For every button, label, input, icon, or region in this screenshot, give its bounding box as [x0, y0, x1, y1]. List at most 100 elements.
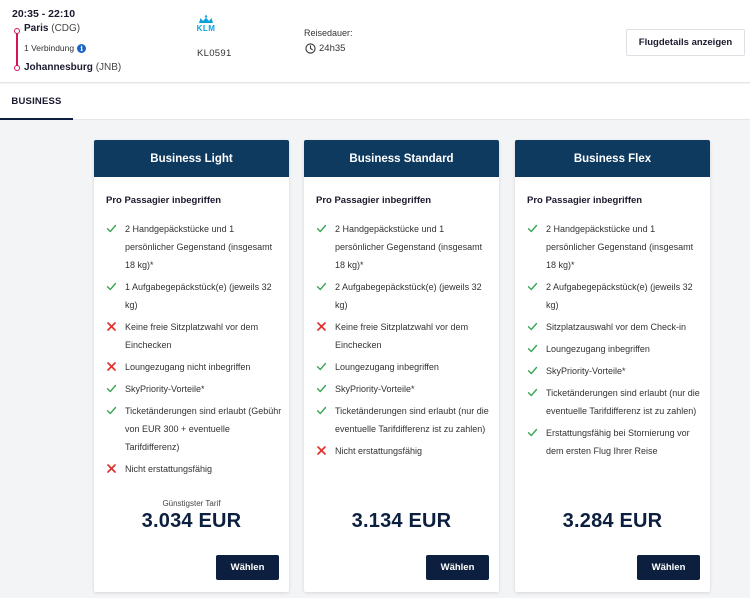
- cross-icon: [317, 446, 326, 455]
- check-icon: [316, 362, 327, 371]
- route-line: [14, 28, 20, 71]
- check-icon: [106, 224, 117, 233]
- feature-item: Ticketänderungen sind erlaubt (nur die e…: [316, 402, 494, 438]
- check-icon: [527, 282, 538, 291]
- check-icon: [527, 428, 538, 437]
- feature-text: Ticketänderungen sind erlaubt (Gebühr vo…: [125, 406, 282, 452]
- connection-count: 1 Verbindung: [24, 43, 75, 53]
- fare-name: Business Flex: [515, 140, 710, 177]
- tab-business[interactable]: BUSINESS: [0, 84, 73, 120]
- feature-item: Ticketänderungen sind erlaubt (nur die e…: [527, 384, 705, 420]
- feature-item: Erstattungsfähig bei Stornierung vor dem…: [527, 424, 705, 460]
- cross-icon: [107, 362, 116, 371]
- feature-item: 2 Aufgabegepäckstück(e) (jeweils 32 kg): [527, 278, 705, 314]
- included-title: Pro Passagier inbegriffen: [527, 195, 643, 206]
- feature-text: SkyPriority-Vorteile*: [546, 366, 626, 376]
- feature-text: Erstattungsfähig bei Stornierung vor dem…: [546, 428, 690, 456]
- check-icon: [106, 384, 117, 393]
- feature-text: Keine freie Sitzplatzwahl vor dem Einche…: [125, 322, 259, 350]
- cross-icon: [107, 322, 116, 331]
- feature-item: SkyPriority-Vorteile*: [527, 362, 705, 380]
- feature-text: 2 Handgepäckstücke und 1 persönlicher Ge…: [546, 224, 694, 270]
- feature-item: Ticketänderungen sind erlaubt (Gebühr vo…: [106, 402, 284, 456]
- check-icon: [527, 224, 538, 233]
- feature-item: Nicht erstattungsfähig: [316, 442, 494, 460]
- duration-value: 24h35: [319, 43, 346, 54]
- fare-card-business-light: Business Light Pro Passagier inbegriffen 2…: [94, 140, 289, 592]
- feature-text: Nicht erstattungsfähig: [335, 446, 423, 456]
- connection-info: 1 Verbindung i: [24, 43, 87, 53]
- feature-item: Keine freie Sitzplatzwahl vor dem Einche…: [106, 318, 284, 354]
- fare-price: 3.034 EUR: [141, 510, 242, 532]
- feature-text: Loungezugang inbegriffen: [335, 362, 439, 372]
- destination-code: (JNB): [95, 62, 122, 73]
- check-icon: [316, 224, 327, 233]
- select-fare-button[interactable]: Wählen: [637, 555, 700, 580]
- cabin-tabs: BUSINESS: [0, 84, 750, 120]
- cheapest-fare-note: Günstigster Tarif: [162, 499, 221, 508]
- check-icon: [316, 384, 327, 393]
- feature-text: SkyPriority-Vorteile*: [125, 384, 205, 394]
- feature-text: Ticketänderungen sind erlaubt (nur die e…: [335, 406, 489, 434]
- origin-code: (CDG): [51, 23, 81, 34]
- check-icon: [527, 388, 538, 397]
- check-icon: [106, 406, 117, 415]
- route-bar: [16, 33, 18, 66]
- feature-text: Nicht erstattungsfähig: [125, 464, 213, 474]
- feature-item: 2 Handgepäckstücke und 1 persönlicher Ge…: [106, 220, 284, 274]
- fare-price: 3.284 EUR: [562, 510, 663, 532]
- feature-item: 2 Aufgabegepäckstück(e) (jeweils 32 kg): [316, 278, 494, 314]
- feature-text: Ticketänderungen sind erlaubt (nur die e…: [546, 388, 700, 416]
- check-icon: [527, 366, 538, 375]
- feature-item: SkyPriority-Vorteile*: [316, 380, 494, 398]
- fare-name: Business Light: [94, 140, 289, 177]
- origin-city: Paris: [24, 23, 49, 34]
- feature-item: Sitzplatzauswahl vor dem Check-in: [527, 318, 705, 336]
- destination-city: Johannesburg: [24, 62, 93, 73]
- check-icon: [316, 282, 327, 291]
- feature-item: Keine freie Sitzplatzwahl vor dem Einche…: [316, 318, 494, 354]
- select-fare-button[interactable]: Wählen: [426, 555, 489, 580]
- duration-label: Reisedauer:: [304, 28, 353, 38]
- feature-item: Nicht erstattungsfähig: [106, 460, 284, 478]
- feature-item: Loungezugang nicht inbegriffen: [106, 358, 284, 376]
- feature-item: Loungezugang inbegriffen: [527, 340, 705, 358]
- fare-price: 3.134 EUR: [351, 510, 452, 532]
- duration: 24h35: [305, 43, 345, 54]
- check-icon: [527, 344, 538, 353]
- feature-item: 1 Aufgabegepäckstück(e) (jeweils 32 kg): [106, 278, 284, 314]
- fare-card-business-standard: Business Standard Pro Passagier inbegriff…: [304, 140, 499, 592]
- cross-icon: [317, 322, 326, 331]
- airline-logo: KLM: [195, 15, 217, 33]
- destination: Johannesburg (JNB): [24, 62, 121, 73]
- feature-text: Keine freie Sitzplatzwahl vor dem Einche…: [335, 322, 469, 350]
- feature-text: 2 Handgepäckstücke und 1 persönlicher Ge…: [125, 224, 273, 270]
- cross-icon: [107, 464, 116, 473]
- feature-list: 2 Handgepäckstücke und 1 persönlicher Ge…: [316, 220, 494, 464]
- info-icon[interactable]: i: [77, 43, 87, 53]
- feature-list: 2 Handgepäckstücke und 1 persönlicher Ge…: [527, 220, 705, 464]
- feature-item: Loungezugang inbegriffen: [316, 358, 494, 376]
- crown-icon: [199, 15, 213, 23]
- feature-item: SkyPriority-Vorteile*: [106, 380, 284, 398]
- included-title: Pro Passagier inbegriffen: [106, 195, 222, 206]
- feature-list: 2 Handgepäckstücke und 1 persönlicher Ge…: [106, 220, 284, 482]
- feature-text: 1 Aufgabegepäckstück(e) (jeweils 32 kg): [125, 282, 272, 310]
- fare-name: Business Standard: [304, 140, 499, 177]
- feature-text: Loungezugang nicht inbegriffen: [125, 362, 251, 372]
- flight-summary: 20:35 - 22:10 Paris (CDG) 1 Verbindung i…: [0, 0, 750, 83]
- select-fare-button[interactable]: Wählen: [216, 555, 279, 580]
- feature-text: 2 Aufgabegepäckstück(e) (jeweils 32 kg): [335, 282, 482, 310]
- flight-details-button[interactable]: Flugdetails anzeigen: [626, 29, 745, 56]
- check-icon: [316, 406, 327, 415]
- check-icon: [106, 282, 117, 291]
- destination-dot-icon: [14, 65, 20, 71]
- flight-number: KL0591: [197, 48, 232, 59]
- feature-text: 2 Aufgabegepäckstück(e) (jeweils 32 kg): [546, 282, 693, 310]
- feature-text: Sitzplatzauswahl vor dem Check-in: [546, 322, 687, 332]
- check-icon: [527, 322, 538, 331]
- fare-card-business-flex: Business Flex Pro Passagier inbegriffen 2 …: [515, 140, 710, 592]
- feature-text: SkyPriority-Vorteile*: [335, 384, 415, 394]
- feature-text: Loungezugang inbegriffen: [546, 344, 650, 354]
- feature-item: 2 Handgepäckstücke und 1 persönlicher Ge…: [527, 220, 705, 274]
